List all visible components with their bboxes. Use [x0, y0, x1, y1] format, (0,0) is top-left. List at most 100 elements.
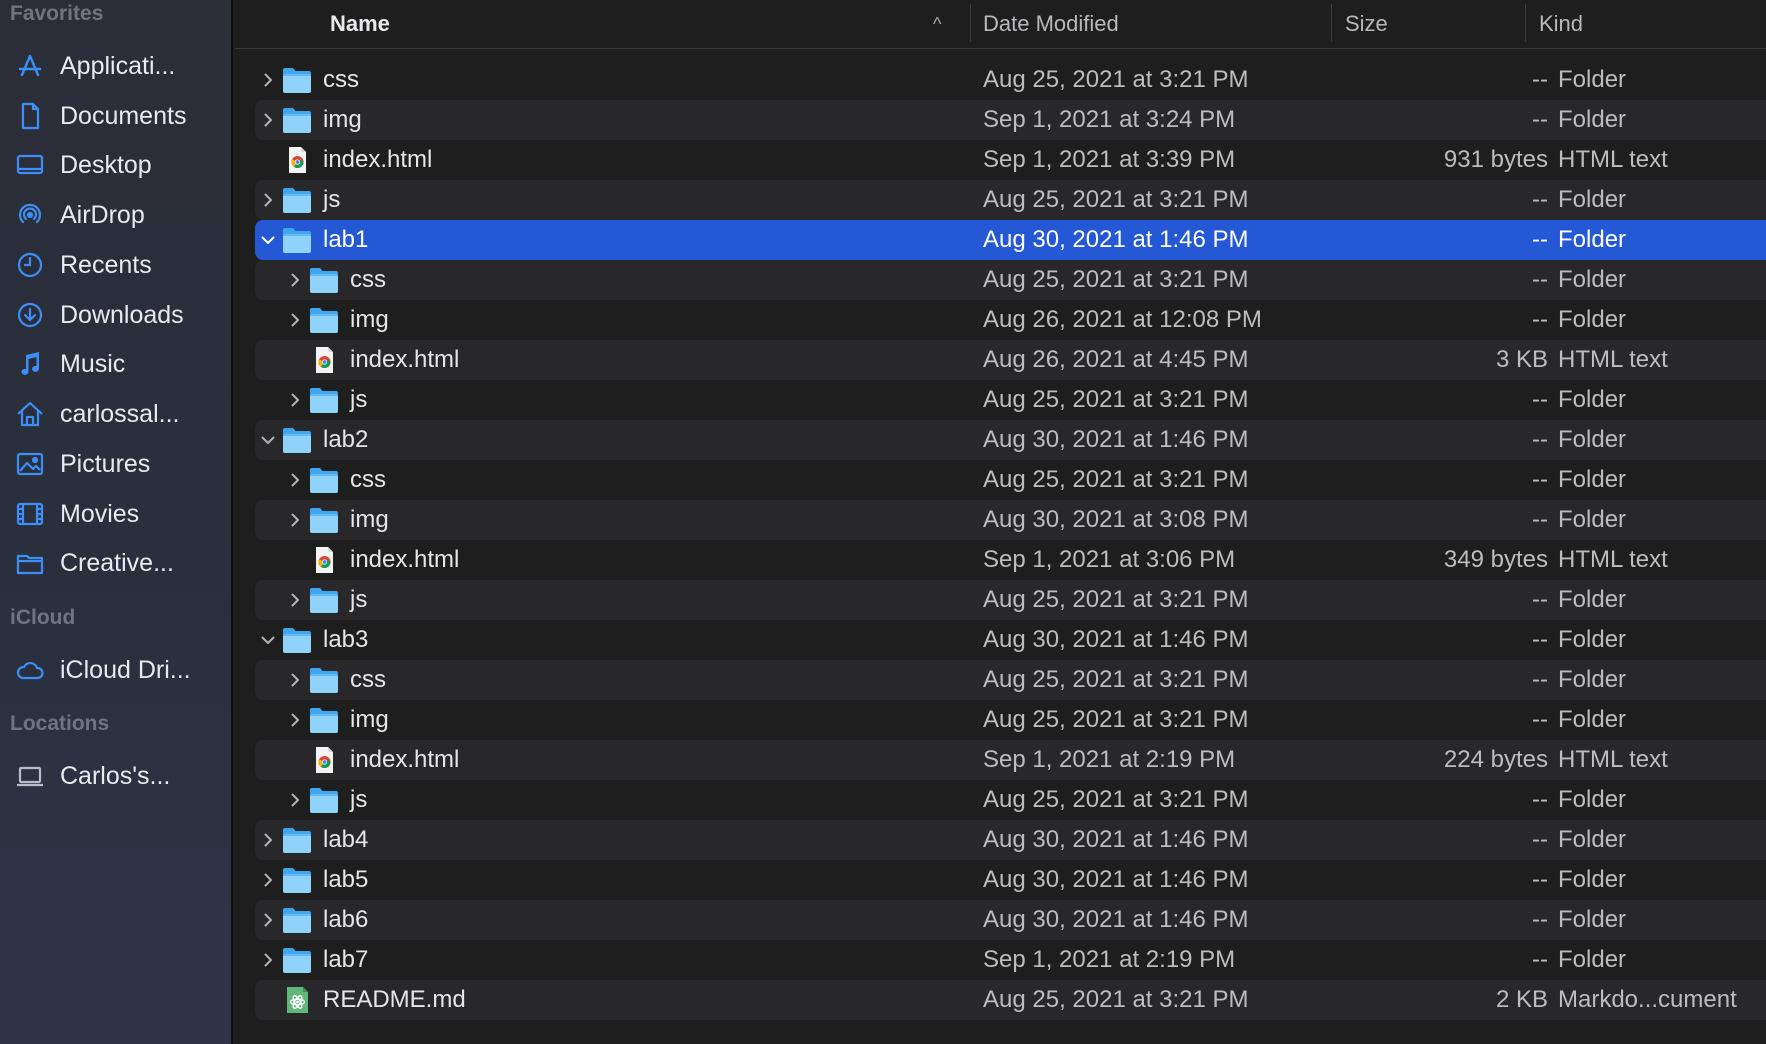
- column-divider[interactable]: [970, 4, 971, 42]
- column-header-kind[interactable]: Kind: [1539, 0, 1583, 48]
- file-kind: Folder: [1558, 426, 1627, 453]
- file-name: README.md: [323, 986, 466, 1013]
- disclosure-collapsed-icon[interactable]: [258, 900, 278, 940]
- file-row[interactable]: css Aug 25, 2021 at 3:21 PM -- Folder: [255, 260, 1766, 300]
- sidebar-item-laptop[interactable]: Carlos's...: [10, 754, 225, 798]
- column-header-size[interactable]: Size: [1345, 0, 1388, 48]
- html-file-icon: [309, 540, 339, 580]
- column-divider[interactable]: [1331, 4, 1332, 42]
- sort-ascending-icon[interactable]: ^: [933, 0, 941, 48]
- cloud-icon: [12, 652, 48, 688]
- file-row[interactable]: index.html Sep 1, 2021 at 3:06 PM 349 byte…: [255, 540, 1766, 580]
- file-row[interactable]: js Aug 25, 2021 at 3:21 PM -- Folder: [255, 180, 1766, 220]
- file-name: lab7: [323, 946, 369, 973]
- file-row[interactable]: lab5 Aug 30, 2021 at 1:46 PM -- Folder: [255, 860, 1766, 900]
- column-divider[interactable]: [1525, 4, 1526, 42]
- sidebar-item-label: iCloud Dri...: [60, 655, 191, 684]
- file-row[interactable]: lab6 Aug 30, 2021 at 1:46 PM -- Folder: [255, 900, 1766, 940]
- file-row[interactable]: css Aug 25, 2021 at 3:21 PM -- Folder: [255, 460, 1766, 500]
- sidebar-section-locations: Locations: [10, 712, 110, 735]
- file-row[interactable]: img Aug 26, 2021 at 12:08 PM -- Folder: [255, 300, 1766, 340]
- sidebar-item-label: Recents: [60, 250, 152, 279]
- sidebar-item-desktop[interactable]: Desktop: [10, 143, 225, 187]
- file-kind: HTML text: [1558, 146, 1668, 173]
- disclosure-expanded-icon[interactable]: [258, 620, 278, 660]
- music-icon: [12, 346, 48, 382]
- sidebar-item-download[interactable]: Downloads: [10, 293, 225, 337]
- disclosure-collapsed-icon[interactable]: [258, 860, 278, 900]
- disclosure-collapsed-icon[interactable]: [258, 60, 278, 100]
- file-row[interactable]: lab2 Aug 30, 2021 at 1:46 PM -- Folder: [255, 420, 1766, 460]
- file-row[interactable]: img Aug 30, 2021 at 3:08 PM -- Folder: [255, 500, 1766, 540]
- sidebar-item-label: Movies: [60, 499, 140, 528]
- file-name: img: [350, 306, 389, 333]
- folder-icon: [282, 620, 312, 660]
- disclosure-expanded-icon[interactable]: [258, 220, 278, 260]
- file-date-modified: Aug 30, 2021 at 1:46 PM: [983, 226, 1249, 253]
- file-name: js: [323, 186, 341, 213]
- disclosure-collapsed-icon[interactable]: [285, 380, 305, 420]
- sidebar-item-pictures[interactable]: Pictures: [10, 442, 225, 486]
- file-row[interactable]: index.html Sep 1, 2021 at 2:19 PM 224 byte…: [255, 740, 1766, 780]
- sidebar-item-film[interactable]: Movies: [10, 492, 225, 536]
- disclosure-collapsed-icon[interactable]: [285, 580, 305, 620]
- file-size: 3 KB: [1495, 346, 1548, 373]
- file-row[interactable]: lab7 Sep 1, 2021 at 2:19 PM -- Folder: [255, 940, 1766, 980]
- disclosure-collapsed-icon[interactable]: [258, 820, 278, 860]
- disclosure-collapsed-icon[interactable]: [285, 460, 305, 500]
- column-header-name[interactable]: Name: [330, 0, 390, 48]
- file-row[interactable]: img Sep 1, 2021 at 3:24 PM -- Folder: [255, 100, 1766, 140]
- file-kind: Folder: [1558, 786, 1627, 813]
- column-header-date-modified[interactable]: Date Modified: [983, 0, 1119, 48]
- sidebar-item-document[interactable]: Documents: [10, 94, 225, 138]
- file-row[interactable]: index.html Aug 26, 2021 at 4:45 PM 3 KB HTM…: [255, 340, 1766, 380]
- file-row[interactable]: index.html Sep 1, 2021 at 3:39 PM 931 byte…: [255, 140, 1766, 180]
- file-kind: HTML text: [1558, 346, 1668, 373]
- sidebar-item-airdrop[interactable]: AirDrop: [10, 193, 225, 237]
- sidebar-item-clock[interactable]: Recents: [10, 243, 225, 287]
- file-row[interactable]: lab3 Aug 30, 2021 at 1:46 PM -- Folder: [255, 620, 1766, 660]
- file-size: 349 bytes: [1443, 546, 1548, 573]
- disclosure-expanded-icon[interactable]: [258, 420, 278, 460]
- file-name: css: [350, 466, 386, 493]
- file-row[interactable]: js Aug 25, 2021 at 3:21 PM -- Folder: [255, 780, 1766, 820]
- file-date-modified: Aug 30, 2021 at 3:08 PM: [983, 506, 1249, 533]
- sidebar-item-home[interactable]: carlossal...: [10, 392, 225, 436]
- folder-icon: [309, 700, 339, 740]
- airdrop-icon: [12, 197, 48, 233]
- disclosure-collapsed-icon[interactable]: [258, 100, 278, 140]
- sidebar-item-label: Carlos's...: [60, 761, 171, 790]
- file-name: js: [350, 586, 368, 613]
- pictures-icon: [12, 446, 48, 482]
- sidebar-item-applications[interactable]: Applicati...: [10, 44, 225, 88]
- file-row[interactable]: js Aug 25, 2021 at 3:21 PM -- Folder: [255, 580, 1766, 620]
- folder-icon: [309, 780, 339, 820]
- file-date-modified: Aug 26, 2021 at 12:08 PM: [983, 306, 1262, 333]
- file-row[interactable]: lab1 Aug 30, 2021 at 1:46 PM -- Folder: [255, 220, 1766, 260]
- disclosure-collapsed-icon[interactable]: [285, 700, 305, 740]
- disclosure-collapsed-icon[interactable]: [285, 300, 305, 340]
- disclosure-collapsed-icon[interactable]: [285, 500, 305, 540]
- file-row[interactable]: README.md Aug 25, 2021 at 3:21 PM 2 KB Mark…: [255, 980, 1766, 1020]
- file-kind: HTML text: [1558, 546, 1668, 573]
- sidebar-item-folder[interactable]: Creative...: [10, 541, 225, 585]
- file-row[interactable]: img Aug 25, 2021 at 3:21 PM -- Folder: [255, 700, 1766, 740]
- disclosure-collapsed-icon[interactable]: [258, 180, 278, 220]
- sidebar-item-music[interactable]: Music: [10, 342, 225, 386]
- file-size: --: [1532, 666, 1548, 693]
- file-row[interactable]: css Aug 25, 2021 at 3:21 PM -- Folder: [255, 60, 1766, 100]
- disclosure-collapsed-icon[interactable]: [258, 940, 278, 980]
- file-date-modified: Aug 30, 2021 at 1:46 PM: [983, 626, 1249, 653]
- disclosure-collapsed-icon[interactable]: [285, 260, 305, 300]
- disclosure-collapsed-icon[interactable]: [285, 660, 305, 700]
- file-name: index.html: [350, 546, 460, 573]
- html-file-icon: [309, 340, 339, 380]
- file-row[interactable]: css Aug 25, 2021 at 3:21 PM -- Folder: [255, 660, 1766, 700]
- file-kind: Folder: [1558, 306, 1627, 333]
- folder-icon: [282, 860, 312, 900]
- sidebar-item-cloud[interactable]: iCloud Dri...: [10, 648, 225, 692]
- file-kind: Folder: [1558, 466, 1627, 493]
- disclosure-collapsed-icon[interactable]: [285, 780, 305, 820]
- file-row[interactable]: js Aug 25, 2021 at 3:21 PM -- Folder: [255, 380, 1766, 420]
- file-row[interactable]: lab4 Aug 30, 2021 at 1:46 PM -- Folder: [255, 820, 1766, 860]
